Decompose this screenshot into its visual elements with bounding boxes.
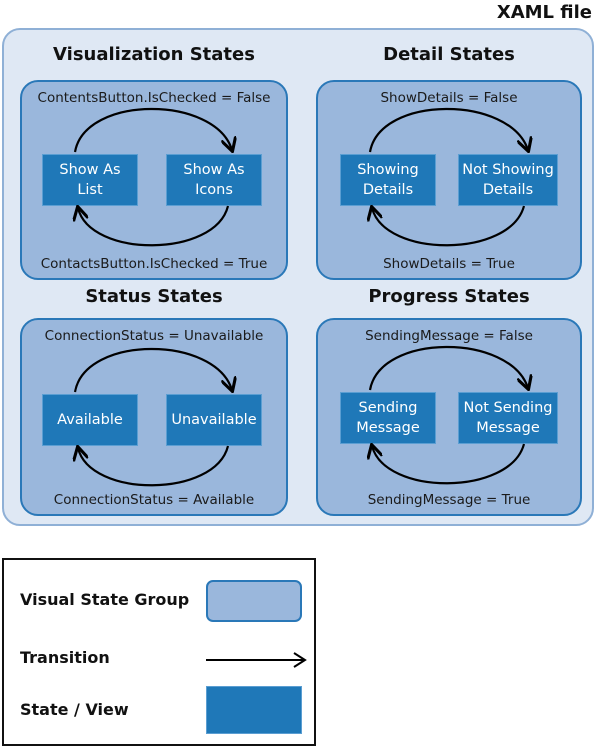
state-not-sending-message[interactable]: Not Sending Message xyxy=(458,392,558,444)
group-progress-states: SendingMessage = False SendingMessage = … xyxy=(316,318,582,516)
state-show-as-list[interactable]: Show As List xyxy=(42,154,138,206)
state-available[interactable]: Available xyxy=(42,394,138,446)
legend-state-label: State / View xyxy=(20,700,129,719)
bottom-condition: ContactsButton.IsChecked = True xyxy=(40,256,268,272)
group-status-states: ConnectionStatus = Unavailable Connectio… xyxy=(20,318,288,516)
top-condition: ShowDetails = False xyxy=(380,90,518,106)
top-condition: SendingMessage = False xyxy=(365,328,533,344)
state-unavailable[interactable]: Unavailable xyxy=(166,394,262,446)
group-title-visualization: Visualization States xyxy=(53,44,255,65)
bottom-condition: ConnectionStatus = Available xyxy=(53,492,255,508)
group-visualization-states: ContentsButton.IsChecked = False Contact… xyxy=(20,80,288,280)
group-title-progress: Progress States xyxy=(368,286,530,307)
group-title-status: Status States xyxy=(85,286,223,307)
top-condition: ContentsButton.IsChecked = False xyxy=(37,90,271,106)
group-detail-states: ShowDetails = False ShowDetails = True S… xyxy=(316,80,582,280)
legend-group-label: Visual State Group xyxy=(20,590,190,609)
state-show-as-icons[interactable]: Show As Icons xyxy=(166,154,262,206)
legend-state-swatch xyxy=(206,686,302,734)
bottom-condition: SendingMessage = True xyxy=(367,492,531,508)
xaml-file-title: XAML file xyxy=(496,2,592,23)
legend-transition-label: Transition xyxy=(20,648,110,667)
legend-transition-arrow-icon xyxy=(206,652,307,668)
state-not-showing-details[interactable]: Not Showing Details xyxy=(458,154,558,206)
state-showing-details[interactable]: Showing Details xyxy=(340,154,436,206)
legend: Visual State Group Transition State / Vi… xyxy=(2,558,316,746)
top-condition: ConnectionStatus = Unavailable xyxy=(44,328,264,344)
bottom-condition: ShowDetails = True xyxy=(383,256,515,272)
group-title-detail: Detail States xyxy=(383,44,515,65)
legend-group-swatch xyxy=(206,580,302,622)
state-sending-message[interactable]: Sending Message xyxy=(340,392,436,444)
